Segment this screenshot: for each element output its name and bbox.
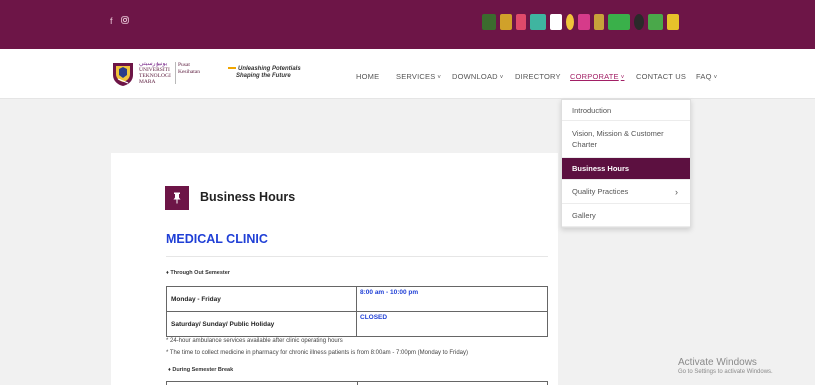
watermark-title: Activate Windows: [678, 357, 757, 368]
time-cell: 8:00 am - 10:00 pm: [356, 286, 548, 312]
note-pharmacy: * The time to collect medicine in pharma…: [166, 350, 469, 356]
partner-logo-2[interactable]: [500, 14, 512, 30]
partner-logo-11[interactable]: [648, 14, 663, 30]
partner-logo-8[interactable]: [594, 14, 604, 30]
day-cell: [166, 381, 358, 385]
partner-logo-3[interactable]: [516, 14, 526, 30]
nav-item-contact-us[interactable]: CONTACT US: [636, 72, 686, 81]
partner-logo-6[interactable]: [566, 14, 574, 30]
top-bar: f: [0, 0, 815, 49]
partner-logos: [482, 14, 679, 30]
chevron-down-icon: ˅: [620, 75, 625, 81]
dropdown-item-quality-practices[interactable]: Quality Practices ›: [562, 180, 690, 204]
instagram-icon[interactable]: [120, 16, 129, 26]
nav-item-home[interactable]: HOME: [356, 72, 379, 81]
note-ambulance: * 24-hour ambulance services available a…: [166, 338, 343, 344]
chevron-down-icon: ˅: [437, 75, 442, 81]
break-label: ♦ During Semester Break: [168, 367, 233, 373]
page-title: Business Hours: [200, 190, 296, 204]
partner-logo-5[interactable]: [550, 14, 562, 30]
social-links: f: [110, 16, 129, 26]
day-cell: Saturday/ Sunday/ Public Holiday: [166, 311, 357, 337]
hours-table: Monday - Friday 8:00 am - 10:00 pm Satur…: [166, 286, 548, 337]
day-cell: Monday - Friday: [166, 286, 357, 312]
dropdown-item-label: Gallery: [572, 210, 596, 220]
nav-item-label: HOME: [356, 72, 380, 81]
partner-logo-7[interactable]: [578, 14, 590, 30]
semester-label: ♦ Through Out Semester: [166, 270, 230, 276]
nav-item-faq[interactable]: FAQ ˅: [696, 72, 717, 81]
partner-logo-12[interactable]: [667, 14, 679, 30]
corporate-dropdown-menu: Introduction Vision, Mission & Customer C…: [561, 99, 691, 228]
dropdown-item-vision-mission-customer-charter[interactable]: Vision, Mission & Customer Charter: [562, 121, 690, 158]
dropdown-item-introduction[interactable]: Introduction: [562, 100, 690, 121]
table-row: [166, 381, 548, 385]
nav-item-label: CONTACT US: [636, 72, 687, 81]
dropdown-item-label: Business Hours: [572, 164, 630, 173]
main-navbar: يونيۏرسيتي UNIVERSITI TEKNOLOGI MARA Pus…: [0, 49, 815, 99]
partner-logo-4[interactable]: [530, 14, 546, 30]
nav-item-directory[interactable]: DIRECTORY: [515, 72, 561, 81]
dropdown-item-gallery[interactable]: Gallery: [562, 204, 690, 227]
section-divider: [166, 256, 548, 257]
nav-item-label: SERVICES: [396, 72, 436, 81]
table-row: Saturday/ Sunday/ Public Holiday CLOSED: [166, 311, 548, 337]
nav-item-label: DIRECTORY: [515, 72, 561, 81]
chevron-down-icon: ˅: [713, 75, 718, 81]
nav-item-label: FAQ: [696, 72, 712, 81]
facebook-icon[interactable]: f: [110, 16, 113, 26]
partner-logo-10[interactable]: [634, 14, 644, 30]
break-label-text: During Semester Break: [172, 367, 234, 373]
page-icon-box: [165, 186, 189, 210]
watermark-subtitle: Go to Settings to activate Windows.: [678, 369, 773, 375]
nav-item-label: DOWNLOAD: [452, 72, 498, 81]
pin-icon: [173, 192, 181, 204]
chevron-right-icon: ›: [675, 186, 678, 197]
partner-logo-9[interactable]: [608, 14, 630, 30]
break-hours-table: [166, 381, 548, 385]
dropdown-item-label: Quality Practices: [572, 187, 629, 196]
nav-menu: HOME SERVICES ˅ DOWNLOAD ˅ DIRECTORY CORPORATE…: [0, 72, 815, 84]
windows-activation-watermark: Activate Windows Go to Settings to activ…: [678, 357, 773, 375]
time-cell: [356, 381, 548, 385]
dropdown-item-business-hours[interactable]: Business Hours: [562, 158, 690, 180]
nav-item-corporate[interactable]: CORPORATE ˅: [570, 72, 624, 81]
partner-logo-1[interactable]: [482, 14, 496, 30]
nav-item-label: CORPORATE: [570, 72, 619, 81]
dropdown-item-label: Vision, Mission & Customer Charter: [572, 129, 664, 149]
dropdown-item-label: Introduction: [572, 105, 612, 115]
slogan-accent-bar: [228, 67, 236, 70]
chevron-down-icon: ˅: [499, 75, 504, 81]
table-row: Monday - Friday 8:00 am - 10:00 pm: [166, 286, 548, 312]
time-cell: CLOSED: [356, 311, 548, 337]
nav-item-services[interactable]: SERVICES ˅: [396, 72, 441, 81]
semester-label-text: Through Out Semester: [170, 270, 230, 276]
nav-item-download[interactable]: DOWNLOAD ˅: [452, 72, 504, 81]
clinic-title: MEDICAL CLINIC: [166, 232, 268, 246]
